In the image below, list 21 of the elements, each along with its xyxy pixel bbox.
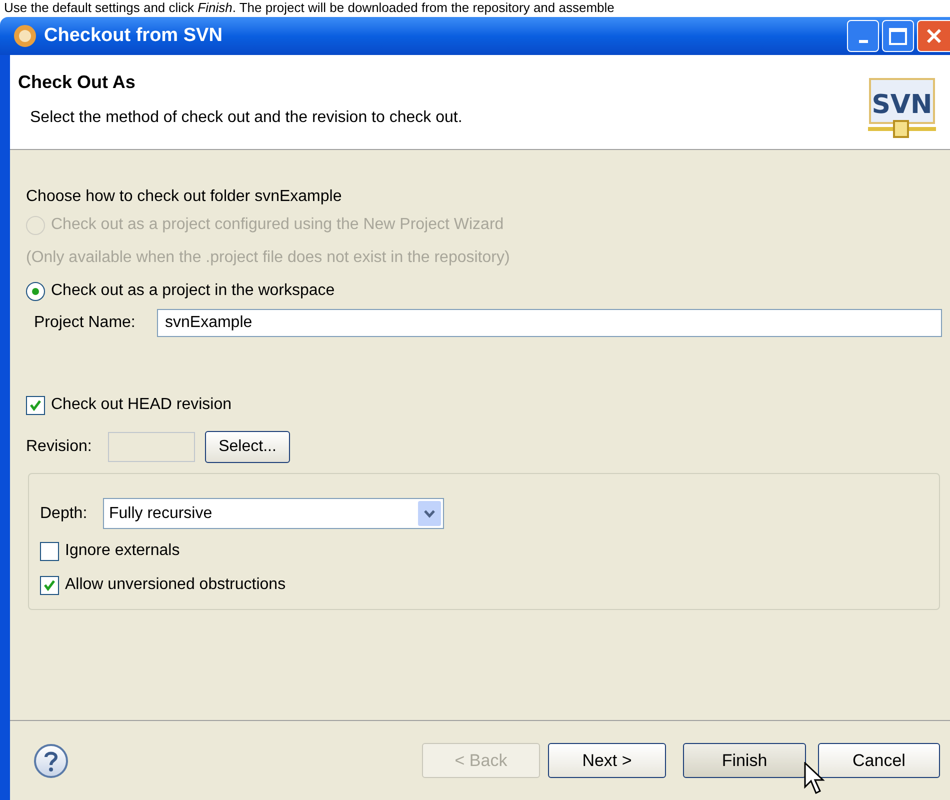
wizard-button[interactable]: Finish	[683, 743, 806, 778]
group-label: Choose how to check out folder svnExample	[26, 187, 343, 207]
note-text: (Only available when the .project file does not exist in the repository)	[26, 248, 510, 268]
select-button[interactable]: Select...	[205, 431, 290, 463]
depth-dropdown[interactable]: Fully recursive	[103, 498, 444, 529]
wizard-button[interactable]: Next >	[548, 743, 666, 778]
page-description: Select the method of check out and the revision to check out.	[30, 108, 464, 128]
window-title: Checkout from SVN	[44, 24, 224, 48]
radio-label: Check out as a project configured using the New Project Wizard	[51, 215, 504, 235]
page-title: Check Out As	[18, 71, 136, 93]
project-name-field[interactable]: svnExample	[157, 309, 942, 337]
checkbox-label: Check out HEAD revision	[51, 395, 232, 415]
field-label: Depth:	[40, 504, 88, 524]
checkbox-label: Ignore externals	[65, 541, 180, 561]
field-label: Revision:	[26, 437, 93, 457]
checkbox-label: Allow unversioned obstructions	[65, 575, 286, 595]
wizard-button[interactable]: Cancel	[818, 743, 940, 778]
wizard-button: < Back	[422, 743, 540, 778]
field-label: Project Name:	[34, 313, 136, 333]
radio-label: Check out as a project in the workspace	[51, 281, 335, 301]
caption-text: Use the default settings and click Finish. The project will be downloaded from the repository and assemble	[3, 0, 616, 17]
